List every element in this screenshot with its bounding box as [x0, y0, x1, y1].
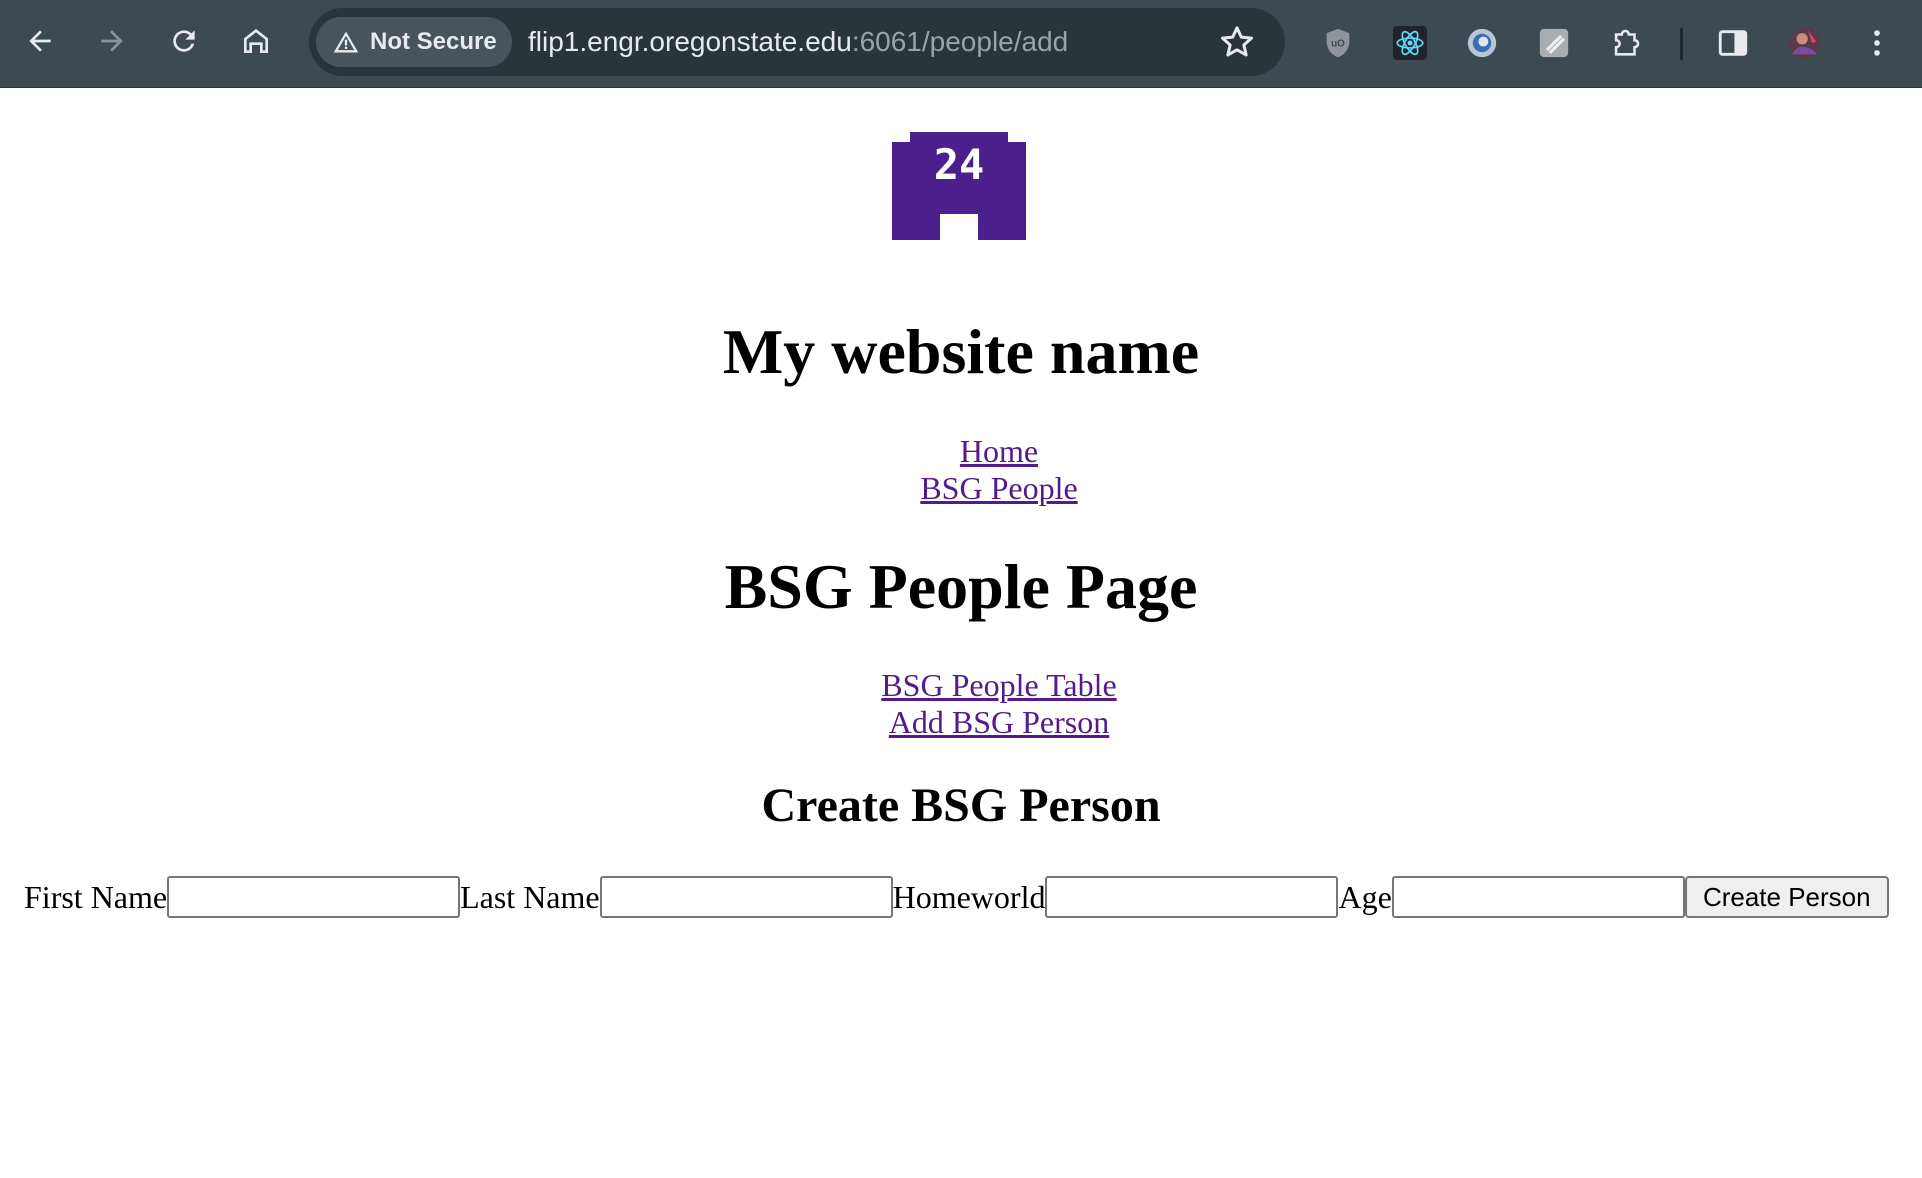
- age-label: Age: [1338, 879, 1392, 915]
- link-add-person[interactable]: Add BSG Person: [0, 704, 1922, 741]
- browser-menu-button[interactable]: [1854, 20, 1900, 66]
- reload-icon: [173, 30, 195, 52]
- last-name-field[interactable]: [599, 876, 893, 918]
- side-panel-icon: [1718, 30, 1748, 56]
- homeworld-field[interactable]: [1045, 876, 1339, 918]
- react-atom-icon: [1393, 26, 1427, 60]
- side-panel-button[interactable]: [1710, 20, 1756, 66]
- back-button[interactable]: [13, 14, 67, 68]
- age-field[interactable]: [1391, 876, 1685, 918]
- people-subnav: BSG People Table Add BSG Person: [0, 667, 1922, 741]
- page-title: BSG People Page: [724, 551, 1198, 622]
- create-person-form: First Name Last Name Homeworld Age Creat…: [24, 876, 1889, 918]
- create-person-button[interactable]: Create Person: [1684, 876, 1889, 918]
- nav-link-bsg-people[interactable]: BSG People: [0, 470, 1922, 507]
- last-name-label: Last Name: [460, 879, 600, 915]
- address-bar[interactable]: Not Secure flip1.engr.oregonstate.edu:60…: [309, 8, 1285, 76]
- site-nav: Home BSG People: [0, 433, 1922, 507]
- form-heading: Create BSG Person: [761, 779, 1161, 832]
- swirl-extension-button[interactable]: [1459, 20, 1505, 66]
- toolbar-divider: [1680, 28, 1683, 60]
- shield-icon: uO: [1326, 28, 1350, 58]
- arrow-right-icon: [101, 30, 123, 52]
- arrow-left-icon: [29, 30, 51, 52]
- bookmark-star-icon[interactable]: [1217, 22, 1257, 62]
- first-name-label: First Name: [24, 879, 168, 915]
- nav-link-home[interactable]: Home: [0, 433, 1922, 470]
- swirl-icon: [1467, 28, 1497, 58]
- security-label: Not Secure: [370, 28, 497, 55]
- url-text[interactable]: flip1.engr.oregonstate.edu:6061/people/a…: [528, 25, 1068, 59]
- more-vertical-icon: [1874, 30, 1880, 56]
- page-content: 24 My website name Home BSG People BSG P…: [0, 88, 1922, 1178]
- slash-tile-icon: [1539, 28, 1569, 58]
- home-button[interactable]: [229, 14, 283, 68]
- extensions-menu-button[interactable]: [1603, 20, 1649, 66]
- svg-text:uO: uO: [1331, 39, 1345, 50]
- url-path: :6061/people/add: [851, 26, 1069, 57]
- browser-toolbar: Not Secure flip1.engr.oregonstate.edu:60…: [0, 0, 1922, 88]
- warning-triangle-icon: [333, 31, 359, 53]
- site-title: My website name: [722, 316, 1200, 387]
- ublock-extension-button[interactable]: uO: [1315, 20, 1361, 66]
- forward-button[interactable]: [85, 14, 139, 68]
- notes-extension-button[interactable]: [1531, 20, 1577, 66]
- site-logo: 24: [892, 132, 1026, 240]
- first-name-field[interactable]: [167, 876, 461, 918]
- link-people-table[interactable]: BSG People Table: [0, 667, 1922, 704]
- react-devtools-extension-button[interactable]: [1387, 20, 1433, 66]
- avatar: [1789, 27, 1821, 59]
- logo-text: 24: [934, 140, 985, 189]
- security-indicator[interactable]: Not Secure: [316, 17, 512, 67]
- profile-button[interactable]: [1782, 20, 1828, 66]
- reload-button[interactable]: [157, 14, 211, 68]
- home-icon: [244, 29, 268, 53]
- homeworld-label: Homeworld: [892, 879, 1046, 915]
- puzzle-piece-icon: [1614, 29, 1640, 56]
- url-host: flip1.engr.oregonstate.edu: [528, 26, 852, 57]
